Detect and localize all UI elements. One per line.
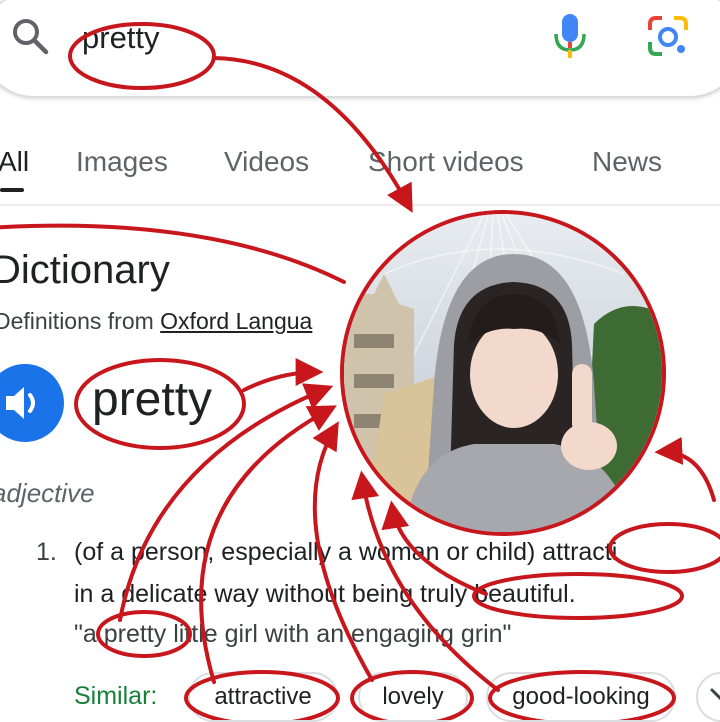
search-icon[interactable] (10, 16, 50, 56)
similar-label: Similar: (74, 682, 158, 710)
search-query[interactable]: pretty (82, 20, 160, 56)
definition-number: 1. (36, 538, 57, 566)
tab-videos[interactable]: Videos (224, 146, 309, 178)
speaker-icon (6, 387, 35, 419)
circle-attractive-def (608, 522, 720, 574)
similar-chip-lovely[interactable]: lovely (358, 672, 468, 722)
tabs-divider (0, 204, 720, 206)
definitions-from-label: Definitions from (0, 308, 161, 334)
dictionary-title: Dictionary (0, 248, 170, 292)
arrow-attractive-def (654, 436, 716, 502)
tab-short-videos[interactable]: Short videos (368, 146, 524, 178)
pronunciation-button[interactable] (0, 364, 64, 442)
similar-chip-good-looking[interactable]: good-looking (486, 672, 676, 722)
tab-news[interactable]: News (592, 146, 662, 178)
tab-images[interactable]: Images (76, 146, 168, 178)
definition-line-2: in a delicate way without being truly be… (74, 580, 576, 608)
girl-photo (340, 210, 666, 536)
tab-all[interactable]: All (0, 146, 29, 178)
example-sentence: "a pretty little girl with an engaging g… (74, 620, 512, 648)
part-of-speech: adjective (0, 478, 95, 508)
microphone-icon[interactable] (552, 12, 588, 60)
active-tab-indicator (0, 188, 24, 192)
definitions-source: Definitions from Oxford Langua (0, 308, 312, 335)
headword: pretty (92, 373, 213, 426)
more-similar-button[interactable] (696, 672, 720, 722)
search-tabs: All Images Videos Short videos News (0, 140, 720, 192)
search-bar[interactable]: pretty (0, 0, 720, 98)
similar-chip-attractive[interactable]: attractive (188, 672, 338, 722)
definition-line-1: (of a person, especially a woman or chil… (74, 538, 618, 566)
chevron-down-icon (710, 688, 720, 701)
arrow-headword (242, 358, 324, 392)
google-lens-icon[interactable] (644, 12, 692, 60)
oxford-languages-link[interactable]: Oxford Langua (160, 308, 312, 334)
